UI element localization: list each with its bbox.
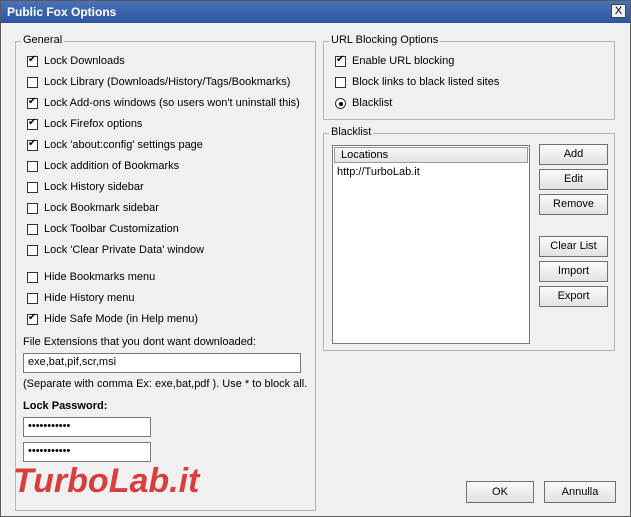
hide-option-checkbox[interactable]: Hide Bookmarks menu bbox=[27, 270, 155, 284]
general-option-box[interactable] bbox=[27, 160, 38, 172]
general-option-checkbox[interactable]: Lock Toolbar Customization bbox=[27, 222, 179, 236]
block-blacklisted-links-label: Block links to black listed sites bbox=[352, 76, 500, 88]
block-blacklisted-links-checkbox[interactable]: Block links to black listed sites bbox=[335, 75, 499, 89]
list-item[interactable]: http://TurboLab.it bbox=[337, 166, 420, 178]
export-button[interactable]: Export bbox=[539, 286, 608, 307]
enable-url-blocking-label: Enable URL blocking bbox=[352, 55, 455, 67]
general-legend: General bbox=[21, 34, 65, 46]
remove-button[interactable]: Remove bbox=[539, 194, 608, 215]
general-option-checkbox[interactable]: Lock History sidebar bbox=[27, 180, 144, 194]
hide-option-box[interactable] bbox=[27, 312, 38, 325]
general-option-box[interactable] bbox=[27, 76, 38, 88]
password-field[interactable]: ••••••••••• bbox=[23, 417, 151, 437]
hide-option-label: Hide Safe Mode (in Help menu) bbox=[44, 313, 199, 325]
hide-option-checkbox[interactable]: Hide History menu bbox=[27, 291, 134, 305]
general-option-label: Lock 'Clear Private Data' window bbox=[44, 244, 205, 256]
url-blocking-legend: URL Blocking Options bbox=[329, 34, 441, 46]
edit-button[interactable]: Edit bbox=[539, 169, 608, 190]
url-blocking-group: URL Blocking Options Enable URL blocking… bbox=[323, 34, 615, 120]
general-option-box[interactable] bbox=[27, 202, 38, 214]
general-option-label: Lock Library (Downloads/History/Tags/Boo… bbox=[44, 76, 291, 88]
general-option-label: Lock addition of Bookmarks bbox=[44, 160, 180, 172]
block-blacklisted-links-box[interactable] bbox=[335, 76, 346, 88]
extensions-hint: (Separate with comma Ex: exe,bat,pdf ). … bbox=[23, 378, 308, 390]
close-button[interactable]: X bbox=[611, 4, 626, 18]
hide-option-label: Hide Bookmarks menu bbox=[44, 271, 156, 283]
general-option-checkbox[interactable]: Lock Bookmark sidebar bbox=[27, 201, 159, 215]
ok-button[interactable]: OK bbox=[466, 481, 534, 503]
enable-url-blocking-box[interactable] bbox=[335, 54, 346, 67]
locations-column-header[interactable]: Locations bbox=[334, 147, 528, 163]
blacklist-radio-label: Blacklist bbox=[352, 97, 393, 109]
hide-option-checkbox[interactable]: Hide Safe Mode (in Help menu) bbox=[27, 312, 198, 326]
hide-option-box[interactable] bbox=[27, 271, 38, 283]
general-option-label: Lock Downloads bbox=[44, 55, 125, 67]
watermark-text: TurboLab.it bbox=[13, 462, 201, 500]
blacklist-legend: Blacklist bbox=[329, 126, 374, 138]
general-option-label: Lock Toolbar Customization bbox=[44, 223, 179, 235]
window-title: Public Fox Options bbox=[7, 5, 117, 19]
import-button[interactable]: Import bbox=[539, 261, 608, 282]
general-option-checkbox[interactable]: Lock 'Clear Private Data' window bbox=[27, 243, 204, 257]
general-option-label: Lock 'about:config' settings page bbox=[44, 139, 203, 151]
general-option-box[interactable] bbox=[27, 54, 38, 67]
extensions-field[interactable]: exe,bat,pif,scr,msi bbox=[23, 353, 301, 373]
clear-list-button[interactable]: Clear List bbox=[539, 236, 608, 257]
add-button[interactable]: Add bbox=[539, 144, 608, 165]
general-option-box[interactable] bbox=[27, 244, 38, 256]
extensions-label: File Extensions that you dont want downl… bbox=[23, 336, 256, 348]
blacklist-radio-dot[interactable] bbox=[335, 97, 346, 109]
hide-option-label: Hide History menu bbox=[44, 292, 135, 304]
general-option-box[interactable] bbox=[27, 138, 38, 151]
general-group: General Lock Downloads Lock Library (Down… bbox=[15, 34, 316, 511]
general-option-checkbox[interactable]: Lock Downloads bbox=[27, 54, 125, 68]
general-option-checkbox[interactable]: Lock Add-ons windows (so users won't uni… bbox=[27, 96, 300, 110]
password-label: Lock Password: bbox=[23, 400, 108, 412]
general-option-checkbox[interactable]: Lock addition of Bookmarks bbox=[27, 159, 179, 173]
general-option-label: Lock History sidebar bbox=[44, 181, 144, 193]
turbolab-watermark-logo: TurboLab.it bbox=[13, 462, 201, 500]
general-option-box[interactable] bbox=[27, 181, 38, 193]
locations-list[interactable]: Locations http://TurboLab.it bbox=[332, 145, 530, 344]
hide-option-box[interactable] bbox=[27, 292, 38, 304]
general-option-label: Lock Bookmark sidebar bbox=[44, 202, 159, 214]
title-bar: Public Fox Options X bbox=[1, 1, 630, 23]
general-option-checkbox[interactable]: Lock Library (Downloads/History/Tags/Boo… bbox=[27, 75, 290, 89]
general-option-box[interactable] bbox=[27, 96, 38, 109]
enable-url-blocking-checkbox[interactable]: Enable URL blocking bbox=[335, 54, 454, 68]
cancel-button[interactable]: Annulla bbox=[544, 481, 616, 503]
options-window: Public Fox Options X General Lock Downlo… bbox=[0, 0, 631, 517]
general-option-box[interactable] bbox=[27, 117, 38, 130]
blacklist-radio[interactable]: Blacklist bbox=[335, 96, 392, 110]
general-option-checkbox[interactable]: Lock 'about:config' settings page bbox=[27, 138, 203, 152]
general-option-checkbox[interactable]: Lock Firefox options bbox=[27, 117, 142, 131]
general-option-label: Lock Add-ons windows (so users won't uni… bbox=[44, 97, 300, 109]
blacklist-group: Blacklist Locations http://TurboLab.it A… bbox=[323, 126, 615, 351]
general-option-label: Lock Firefox options bbox=[44, 118, 143, 130]
general-option-box[interactable] bbox=[27, 223, 38, 235]
